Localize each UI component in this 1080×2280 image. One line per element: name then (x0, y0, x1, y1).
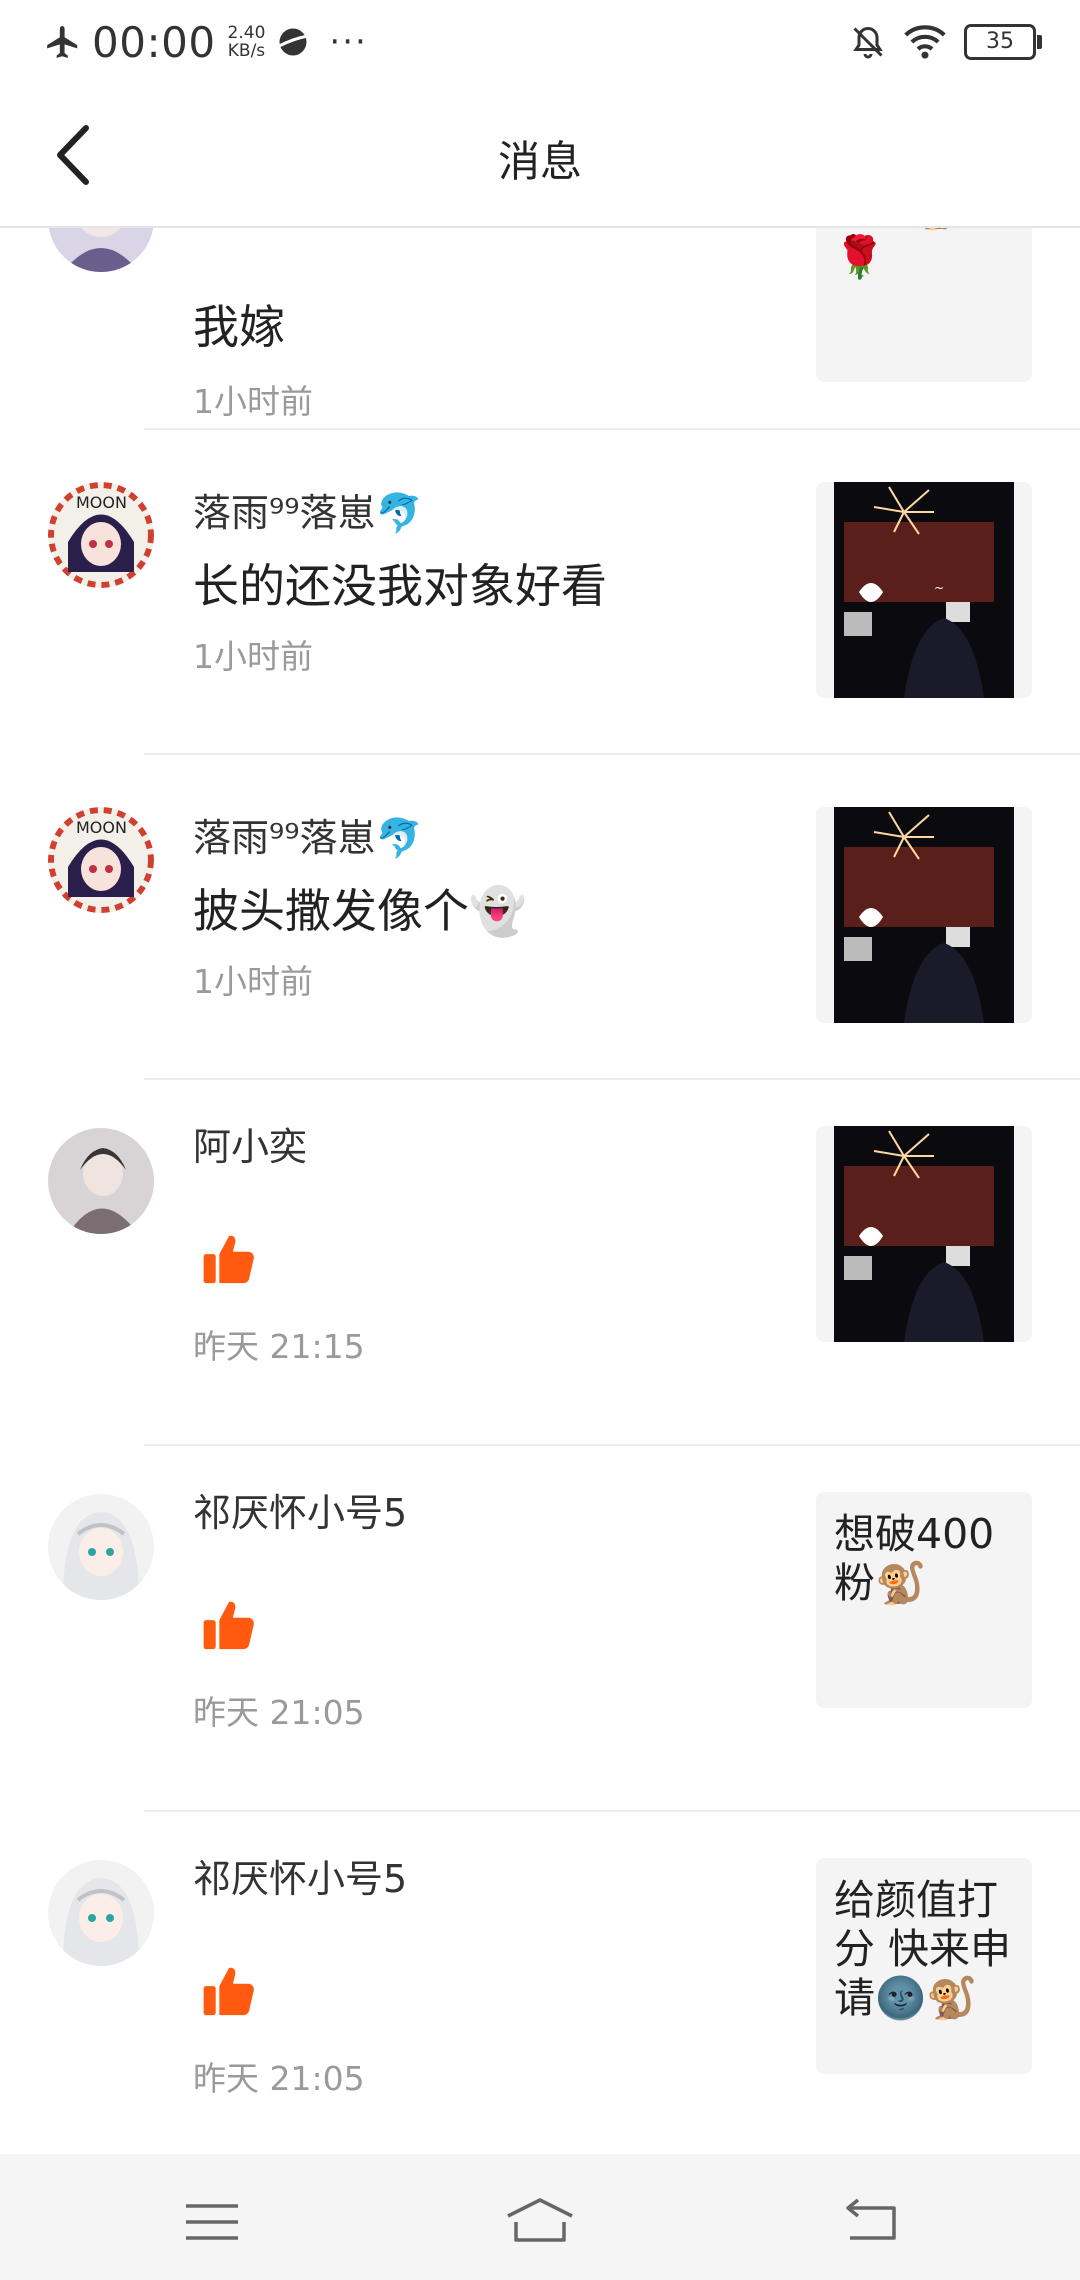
message-item[interactable]: 阿小奕 昨天 21:15 (0, 1080, 1080, 1446)
user-name[interactable]: 祁厌怀小号5 (193, 1482, 407, 1537)
bell-off-icon (853, 26, 883, 59)
message-item[interactable]: 祁厌怀小号5 昨天 21:05 想破400粉🐒 (0, 1446, 1080, 1812)
fireworks-photo (834, 1126, 1014, 1342)
battery-indicator: 35 (964, 24, 1042, 60)
fireworks-photo: ~ (834, 482, 1014, 698)
status-bar: 00:00 2.40 KB/s ··· 35 (0, 0, 1080, 84)
user-name[interactable]: 祁厌怀小号5 (193, 1848, 407, 1903)
post-preview[interactable]: 给颜值打分 快来申请🌚🐒 (816, 1858, 1032, 2074)
user-name[interactable]: 落雨⁹⁹落崽🐬 (193, 807, 423, 862)
post-preview[interactable] (816, 1126, 1032, 1342)
post-preview[interactable]: 想破400粉🐒 (816, 1492, 1032, 1708)
page-title: 消息 (497, 137, 582, 186)
svg-text:~: ~ (934, 581, 944, 595)
user-name[interactable]: 阿小奕 (193, 1116, 307, 1171)
like-reaction (200, 1962, 258, 2020)
thumbs-up-icon (203, 1235, 254, 1284)
planet-icon (277, 28, 309, 56)
message-time: 昨天 21:05 (193, 2059, 365, 2098)
message-text: 长的还没我对象好看 (193, 559, 607, 613)
system-back-button[interactable] (828, 2192, 908, 2252)
back-icon (846, 2198, 896, 2240)
message-time: 昨天 21:05 (193, 1693, 365, 1732)
thumbs-up-icon (203, 1601, 254, 1650)
network-speed: 2.40 KB/s (227, 23, 266, 61)
message-item[interactable]: MOON 落雨⁹⁹落崽🐬 披头撒发像个👻 1小时前 (0, 755, 1080, 1080)
avatar[interactable] (48, 1494, 154, 1600)
message-item[interactable]: 祁厌怀小号5 昨天 21:05 给颜值打分 快来申请🌚🐒 (0, 1812, 1080, 2154)
message-time: 昨天 21:15 (193, 1327, 365, 1366)
message-text: 披头撒发像个👻 (193, 884, 527, 938)
app-header: 消息 (0, 84, 1080, 228)
menu-icon (186, 2204, 238, 2240)
post-preview-text: 给我🐒 🌹 (834, 226, 967, 281)
post-preview[interactable]: ~ (816, 482, 1032, 698)
svg-text:MOON: MOON (76, 493, 127, 512)
post-preview-text: 想破400粉🐒 (834, 1510, 995, 1607)
like-reaction (200, 1596, 258, 1654)
home-button[interactable] (500, 2192, 580, 2252)
message-time: 1小时前 (193, 637, 313, 676)
post-preview-text: 给颜值打分 快来申请🌚🐒 (834, 1876, 1012, 2022)
message-item[interactable]: MOON 落雨⁹⁹落崽🐬 长的还没我对象好看 1小时前 ~ (0, 430, 1080, 755)
avatar[interactable] (48, 1128, 154, 1234)
menu-button[interactable] (172, 2192, 252, 2252)
home-icon (507, 2198, 573, 2242)
thumbs-up-icon (203, 1967, 254, 2016)
message-text: 我嫁 (193, 300, 285, 354)
clock: 00:00 (92, 17, 216, 67)
svg-text:MOON: MOON (76, 818, 127, 837)
message-time: 1小时前 (193, 382, 313, 421)
wifi-icon (904, 25, 946, 59)
message-item[interactable]: 我嫁 1小时前 给我🐒 🌹 (0, 226, 1080, 430)
user-name[interactable]: 落雨⁹⁹落崽🐬 (193, 482, 423, 537)
avatar[interactable] (48, 226, 154, 272)
avatar[interactable]: MOON (48, 482, 154, 588)
message-list[interactable]: 我嫁 1小时前 给我🐒 🌹 MOON 落雨⁹⁹落崽🐬 长的还没我对象好看 1小时… (0, 226, 1080, 2154)
more-indicator: ··· (329, 22, 368, 62)
post-preview[interactable] (816, 807, 1032, 1023)
message-time: 1小时前 (193, 962, 313, 1001)
fireworks-photo (834, 807, 1014, 1023)
like-reaction (200, 1230, 258, 1288)
post-preview[interactable]: 给我🐒 🌹 (816, 226, 1032, 382)
airplane-icon (47, 26, 78, 58)
avatar[interactable] (48, 1860, 154, 1966)
system-nav-bar (0, 2154, 1080, 2280)
avatar[interactable]: MOON (48, 807, 154, 913)
